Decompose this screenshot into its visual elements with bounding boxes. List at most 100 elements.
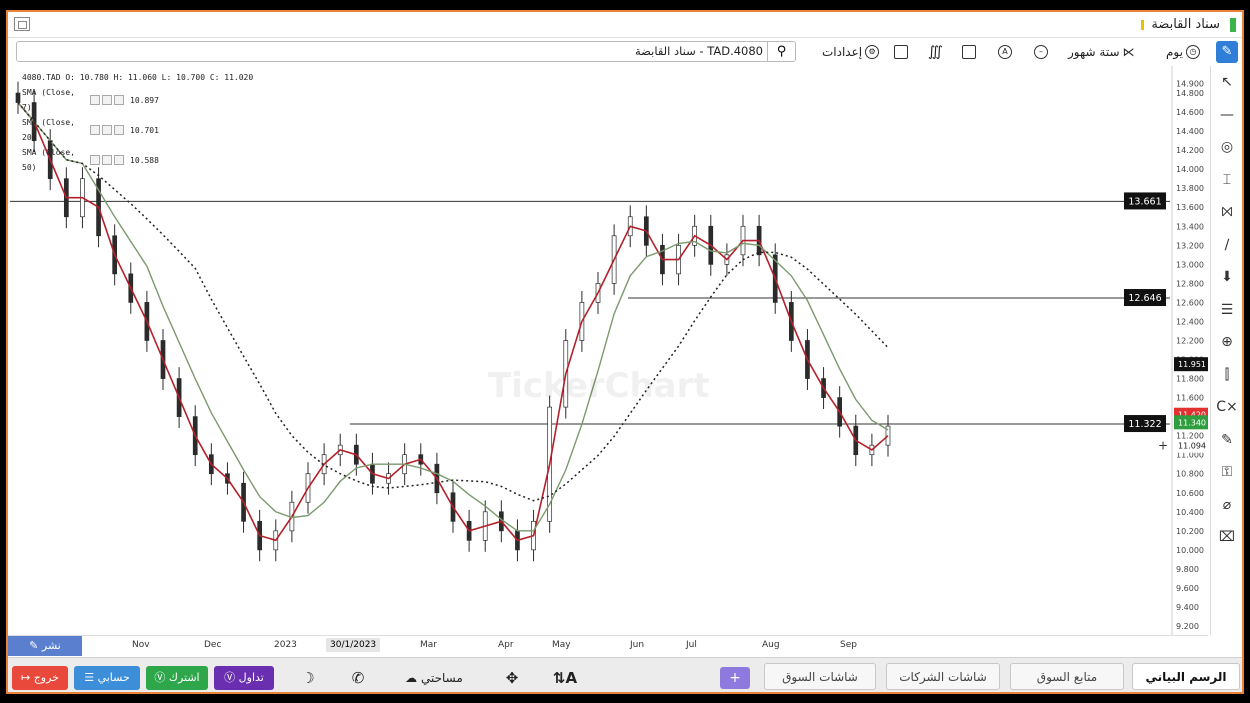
sma20-value: 10.701 — [130, 125, 159, 135]
fullscreen-icon[interactable]: ✥ — [498, 666, 526, 690]
lock-icon[interactable]: ⚿ — [1211, 456, 1242, 489]
time-tick-label: Dec — [204, 640, 222, 650]
price-tick-label: 10.000 — [1176, 546, 1204, 555]
zoom-icon[interactable]: ⊕ — [1211, 326, 1242, 359]
time-tick-label: Aug — [762, 640, 780, 650]
app-window: سناد القابضة TAD.4080 - سناد القابضة ⚲ إ… — [6, 10, 1244, 694]
hide-small-icon[interactable] — [102, 125, 112, 135]
account-button[interactable]: حسابي ☰ — [74, 666, 140, 690]
dark-mode-icon[interactable]: ☽ — [294, 666, 322, 690]
brush-icon[interactable]: ✎ — [1211, 424, 1242, 457]
publish-button[interactable]: نشر ✎ — [8, 636, 82, 656]
font-size-button[interactable]: ⇅A — [550, 666, 580, 690]
cursor-date-label: 30/1/2023 — [326, 638, 381, 652]
range-selector[interactable]: ستة شهور ⋉ — [1068, 43, 1135, 61]
price-tick-label: 14.000 — [1176, 165, 1204, 174]
title-bar: سناد القابضة — [8, 12, 1242, 38]
watermark: TickerChart — [488, 366, 710, 406]
range-label: ستة شهور — [1068, 45, 1120, 59]
pattern-icon[interactable]: ⨝ — [1211, 196, 1242, 229]
chart-legend: 4080.TAD O: 10.780 H: 11.060 L: 10.700 C… — [22, 70, 253, 175]
chart-toolbar: TAD.4080 - سناد القابضة ⚲ إعدادات ⚙ ∭ A … — [8, 39, 1242, 65]
price-label: 11.340 — [1178, 418, 1206, 427]
legend-sma20: SMA (Close, 20) 10.701 — [22, 115, 253, 145]
fib-icon[interactable]: ∕ — [1211, 229, 1242, 262]
ohlc-readout: 4080.TAD O: 10.780 H: 11.060 L: 10.700 C… — [22, 73, 254, 82]
close-small-icon[interactable] — [114, 155, 124, 165]
settings-small-icon[interactable] — [90, 125, 100, 135]
hide-icon[interactable]: ⌀ — [1211, 489, 1242, 522]
settings-label: إعدادات — [822, 45, 863, 59]
sma50-controls[interactable] — [90, 155, 124, 165]
price-tick-label: 9.200 — [1176, 622, 1199, 631]
window-restore-icon[interactable] — [14, 17, 30, 31]
cursor-icon[interactable]: ↖ — [1211, 66, 1242, 99]
close-small-icon[interactable] — [114, 125, 124, 135]
logout-button[interactable]: خروج ↦ — [12, 666, 68, 690]
legend-sma7: SMA (Close, 7) 10.897 — [22, 85, 253, 115]
chart-type-button[interactable] — [962, 43, 976, 61]
tab-company-screens[interactable]: شاشات الشركات — [886, 663, 1000, 690]
add-tab-button[interactable]: + — [720, 667, 750, 689]
settings-small-icon[interactable] — [90, 155, 100, 165]
subscribe-label: اشترك — [168, 671, 200, 684]
screenshot-button[interactable] — [894, 43, 908, 61]
time-axis: نشر ✎ Nov Dec 2023 Mar Apr May Jun Jul Aug Sep 30/… — [8, 635, 1208, 656]
price-tick-label: 9.800 — [1176, 565, 1199, 574]
symbol-search-input[interactable]: TAD.4080 - سناد القابضة ⚲ — [16, 41, 796, 62]
trash-icon[interactable]: ⌧ — [1211, 521, 1242, 554]
interval-label: يوم — [1166, 45, 1183, 59]
price-tick-label: 13.400 — [1176, 222, 1204, 231]
tab-market-screens[interactable]: شاشات السوق — [764, 663, 876, 690]
phone-icon[interactable]: ✆ — [344, 666, 372, 690]
clear-icon[interactable]: C× — [1211, 391, 1242, 424]
price-tick-label: 9.400 — [1176, 603, 1199, 612]
workspace-button[interactable]: مساحتي ☁ — [394, 666, 474, 690]
price-chart[interactable]: 14.900 14.800 14.600 14.400 14.200 14.000 13.8… — [8, 66, 1208, 635]
candle-body — [15, 92, 21, 103]
settings-small-icon[interactable] — [90, 95, 100, 105]
status-indicator-icon — [1230, 18, 1236, 32]
text-icon[interactable]: ⌶ — [1211, 164, 1242, 197]
time-tick-label: May — [552, 640, 571, 650]
publish-label: نشر — [41, 639, 61, 652]
tab-chart[interactable]: الرسم البياني — [1132, 663, 1240, 690]
tab-label: شاشات الشركات — [899, 670, 987, 684]
logout-label: خروج — [33, 671, 59, 684]
sma20-label: SMA (Close, 20) — [22, 118, 75, 142]
settings-button[interactable]: إعدادات ⚙ — [822, 43, 880, 61]
search-icon[interactable]: ⚲ — [767, 42, 795, 61]
alert-icon: A — [998, 45, 1012, 59]
workspace-label: مساحتي — [420, 671, 463, 685]
sma7-controls[interactable] — [90, 95, 124, 105]
sma20-controls[interactable] — [90, 125, 124, 135]
alert-button[interactable]: A — [998, 43, 1012, 61]
price-tick-label: 13.200 — [1176, 241, 1204, 250]
compare-icon: ∭ — [928, 44, 943, 60]
price-tick-label: 13.600 — [1176, 203, 1204, 212]
camera-icon — [894, 45, 908, 59]
price-tick-label: 10.400 — [1176, 508, 1204, 517]
hide-small-icon[interactable] — [102, 155, 112, 165]
replay-button[interactable]: – — [1034, 43, 1048, 61]
indicator-icon[interactable]: ⫿ — [1211, 359, 1242, 392]
price-tick-label: 12.800 — [1176, 279, 1204, 288]
subscribe-button[interactable]: اشترك Ⓥ — [146, 666, 208, 690]
price-tick-label: 11.800 — [1176, 375, 1204, 384]
compare-button[interactable]: ∭ — [928, 43, 943, 61]
arrow-icon[interactable]: ⬇ — [1211, 261, 1242, 294]
tab-market-watch[interactable]: متابع السوق — [1010, 663, 1124, 690]
trade-label: تداول — [238, 671, 264, 684]
hide-small-icon[interactable] — [102, 95, 112, 105]
interval-selector[interactable]: يوم ◷ — [1166, 43, 1200, 61]
line-icon[interactable]: — — [1211, 99, 1242, 132]
plus-icon: + — [729, 670, 741, 686]
close-small-icon[interactable] — [114, 95, 124, 105]
crosshair-plus-icon[interactable]: + — [1158, 439, 1168, 453]
trade-button[interactable]: تداول Ⓥ — [214, 666, 274, 690]
price-tick-label: 12.400 — [1176, 317, 1204, 326]
draw-toggle-button[interactable]: ✎ — [1216, 41, 1238, 63]
circle-icon[interactable]: ◎ — [1211, 131, 1242, 164]
price-tick-label: 14.800 — [1176, 89, 1204, 98]
list-icon[interactable]: ☰ — [1211, 294, 1242, 327]
